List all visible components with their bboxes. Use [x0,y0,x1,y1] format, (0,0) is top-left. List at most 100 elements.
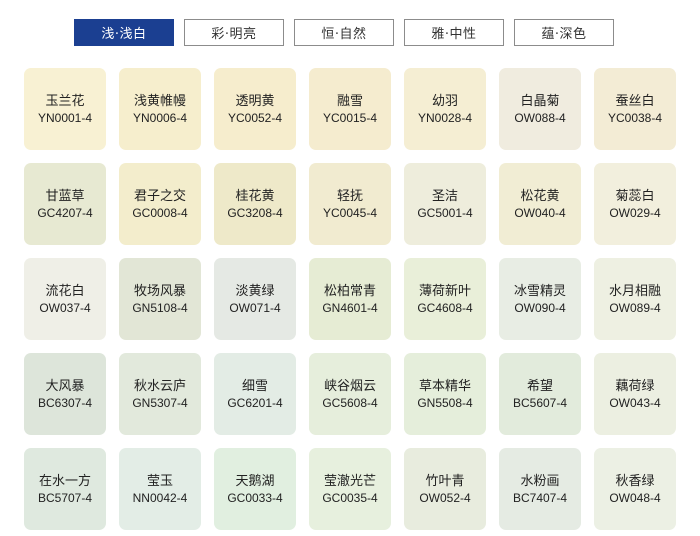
color-swatch[interactable]: 细雪 GC6201-4 [214,353,296,435]
swatch-code: GC0035-4 [322,490,378,505]
swatch-name: 蚕丝白 [615,93,655,109]
color-swatch[interactable]: 透明黄 YC0052-4 [214,68,296,150]
color-swatch[interactable]: 天鹅湖 GC0033-4 [214,448,296,530]
swatch-code: YC0052-4 [227,110,283,125]
swatch-name: 甘蓝草 [45,188,85,204]
swatch-name: 松柏常青 [323,283,376,299]
swatch-code: GN5108-4 [132,300,188,315]
color-swatch[interactable]: 蚕丝白 YC0038-4 [594,68,676,150]
swatch-name: 冰雪精灵 [513,283,566,299]
swatch-name: 水粉画 [520,473,560,489]
swatch-name: 竹叶青 [425,473,465,489]
swatch-code: GN5508-4 [417,395,473,410]
swatch-name: 菊蕊白 [615,188,655,204]
color-swatch[interactable]: 竹叶青 OW052-4 [404,448,486,530]
swatch-name: 草本精华 [418,378,471,394]
swatch-code: GC6201-4 [227,395,283,410]
swatch-code: YN0028-4 [417,110,473,125]
color-swatch[interactable]: 轻抚 YC0045-4 [309,163,391,245]
swatch-code: YC0045-4 [322,205,378,220]
tab-bright-color[interactable]: 彩·明亮 [184,19,284,46]
swatch-code: GC0033-4 [227,490,283,505]
swatch-name: 秋水云庐 [133,378,186,394]
color-swatch[interactable]: 甘蓝草 GC4207-4 [24,163,106,245]
palette-tabs: 浅·浅白 彩·明亮 恒·自然 雅·中性 蕴·深色 [74,19,614,46]
color-swatch[interactable]: 淡黄绿 OW071-4 [214,258,296,340]
swatch-code: BC6307-4 [37,395,93,410]
tab-deep-color[interactable]: 蕴·深色 [514,19,614,46]
swatch-name: 淡黄绿 [235,283,275,299]
color-swatch[interactable]: 君子之交 GC0008-4 [119,163,201,245]
swatch-code: GC0008-4 [132,205,188,220]
color-swatch[interactable]: 水月相融 OW089-4 [594,258,676,340]
color-swatch[interactable]: 冰雪精灵 OW090-4 [499,258,581,340]
swatch-name: 君子之交 [133,188,186,204]
swatch-name: 融雪 [336,93,363,109]
color-swatch[interactable]: 松花黄 OW040-4 [499,163,581,245]
color-swatch[interactable]: 牧场风暴 GN5108-4 [119,258,201,340]
tab-natural[interactable]: 恒·自然 [294,19,394,46]
swatch-code: GC4608-4 [417,300,473,315]
color-swatch[interactable]: 草本精华 GN5508-4 [404,353,486,435]
swatch-name: 莹玉 [146,473,173,489]
color-swatch[interactable]: 圣洁 GC5001-4 [404,163,486,245]
color-swatch[interactable]: 在水一方 BC5707-4 [24,448,106,530]
color-swatch[interactable]: 菊蕊白 OW029-4 [594,163,676,245]
color-swatch[interactable]: 浅黄帷幔 YN0006-4 [119,68,201,150]
swatch-code: YN0006-4 [132,110,188,125]
color-swatch[interactable]: 希望 BC5607-4 [499,353,581,435]
color-swatch[interactable]: 秋香绿 OW048-4 [594,448,676,530]
swatch-code: YN0001-4 [37,110,93,125]
color-swatch[interactable]: 薄荷新叶 GC4608-4 [404,258,486,340]
swatch-name: 桂花黄 [235,188,275,204]
swatch-name: 薄荷新叶 [418,283,471,299]
swatch-name: 透明黄 [235,93,275,109]
swatch-code: OW071-4 [229,300,281,315]
swatch-name: 轻抚 [336,188,363,204]
swatch-code: OW040-4 [514,205,566,220]
swatch-name: 浅黄帷幔 [133,93,186,109]
color-swatch[interactable]: 莹玉 NN0042-4 [119,448,201,530]
color-swatch[interactable]: 融雪 YC0015-4 [309,68,391,150]
color-swatch[interactable]: 桂花黄 GC3208-4 [214,163,296,245]
swatch-code: OW088-4 [514,110,566,125]
color-swatch[interactable]: 峡谷烟云 GC5608-4 [309,353,391,435]
swatch-code: BC7407-4 [512,490,568,505]
color-swatch[interactable]: 幼羽 YN0028-4 [404,68,486,150]
color-swatch-grid: 玉兰花 YN0001-4 浅黄帷幔 YN0006-4 透明黄 YC0052-4 融雪 YC00… [24,68,676,530]
swatch-code: YC0038-4 [607,110,663,125]
swatch-name: 牧场风暴 [133,283,186,299]
tab-light-white[interactable]: 浅·浅白 [74,19,174,46]
swatch-code: OW090-4 [514,300,566,315]
swatch-name: 松花黄 [520,188,560,204]
color-swatch[interactable]: 白晶菊 OW088-4 [499,68,581,150]
swatch-name: 流花白 [45,283,85,299]
swatch-name: 水月相融 [608,283,661,299]
swatch-code: OW089-4 [609,300,661,315]
swatch-code: OW052-4 [419,490,471,505]
swatch-name: 秋香绿 [615,473,655,489]
color-swatch[interactable]: 松柏常青 GN4601-4 [309,258,391,340]
color-swatch[interactable]: 水粉画 BC7407-4 [499,448,581,530]
swatch-name: 细雪 [241,378,268,394]
color-swatch[interactable]: 大风暴 BC6307-4 [24,353,106,435]
swatch-code: GN5307-4 [132,395,188,410]
swatch-code: OW048-4 [609,490,661,505]
color-swatch[interactable]: 莹澈光芒 GC0035-4 [309,448,391,530]
color-swatch[interactable]: 秋水云庐 GN5307-4 [119,353,201,435]
swatch-code: BC5707-4 [37,490,93,505]
color-swatch[interactable]: 玉兰花 YN0001-4 [24,68,106,150]
swatch-code: GC5001-4 [417,205,473,220]
swatch-code: OW037-4 [39,300,91,315]
swatch-name: 圣洁 [431,188,458,204]
swatch-name: 莹澈光芒 [323,473,376,489]
color-swatch[interactable]: 流花白 OW037-4 [24,258,106,340]
swatch-name: 峡谷烟云 [323,378,376,394]
swatch-code: GN4601-4 [322,300,378,315]
swatch-name: 藕荷绿 [615,378,655,394]
swatch-name: 幼羽 [431,93,458,109]
color-swatch[interactable]: 藕荷绿 OW043-4 [594,353,676,435]
swatch-name: 玉兰花 [45,93,85,109]
swatch-code: BC5607-4 [512,395,568,410]
tab-neutral[interactable]: 雅·中性 [404,19,504,46]
